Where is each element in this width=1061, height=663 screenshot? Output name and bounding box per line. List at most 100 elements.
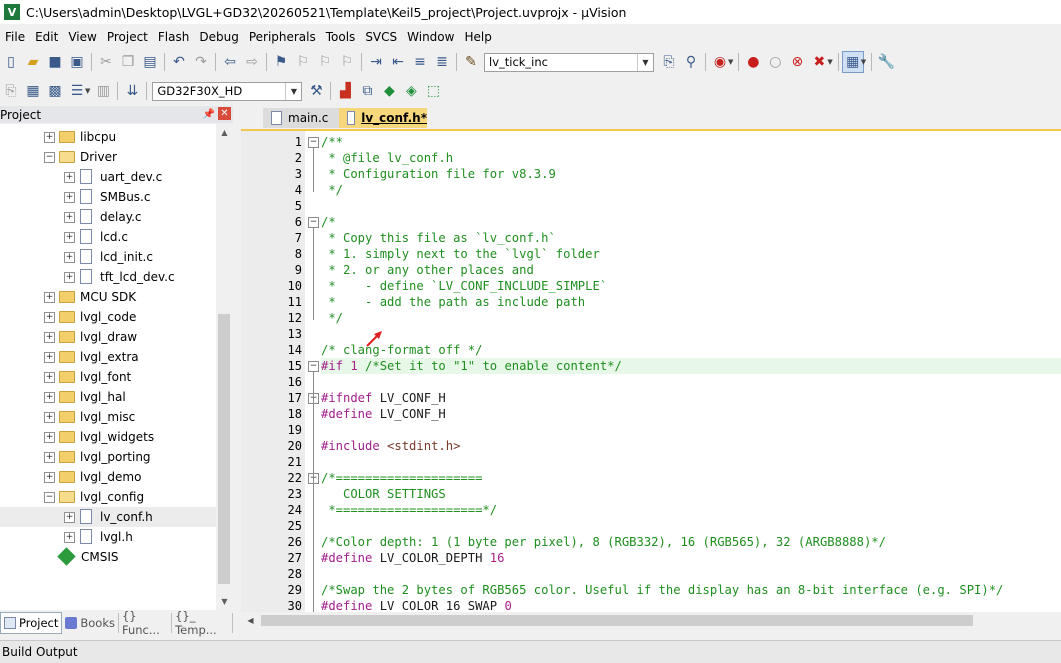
- enable-breakpoint-icon[interactable]: ○: [764, 51, 786, 73]
- chevron-down-icon[interactable]: ▼: [285, 82, 301, 100]
- select-software-packs-icon[interactable]: ⧉: [356, 80, 378, 102]
- scroll-left-icon[interactable]: ◀: [243, 612, 258, 629]
- pin-icon[interactable]: 📌: [203, 109, 215, 120]
- tree-item[interactable]: + lvgl_hal: [0, 387, 216, 407]
- pack-installer-icon[interactable]: ◈: [400, 80, 422, 102]
- manage-project-items-icon[interactable]: ▟: [334, 80, 356, 102]
- menu-help[interactable]: Help: [459, 30, 496, 44]
- code-line[interactable]: * 1. simply next to the `lvgl` folder: [321, 246, 1061, 262]
- tree-item[interactable]: CMSIS: [0, 547, 216, 567]
- tree-item[interactable]: + MCU SDK: [0, 287, 216, 307]
- insert-breakpoint-icon[interactable]: ●: [742, 51, 764, 73]
- scroll-up-icon[interactable]: ▲: [216, 124, 233, 141]
- tree-item[interactable]: + lvgl_misc: [0, 407, 216, 427]
- event-recorder-icon[interactable]: ⬚: [422, 80, 444, 102]
- navigate-forward-icon[interactable]: ⇨: [241, 51, 263, 73]
- menu-edit[interactable]: Edit: [30, 30, 63, 44]
- tab-templates[interactable]: {}_ Temp...: [172, 609, 233, 637]
- expand-toggle-icon[interactable]: +: [64, 172, 75, 183]
- close-icon[interactable]: ✕: [218, 107, 231, 120]
- tree-item[interactable]: + lvgl.h: [0, 527, 216, 547]
- expand-toggle-icon[interactable]: +: [64, 252, 75, 263]
- code-line[interactable]: /**: [321, 134, 1061, 150]
- tree-item[interactable]: + lvgl_demo: [0, 467, 216, 487]
- code-line[interactable]: #define LV_CONF_H: [321, 406, 1061, 422]
- code-line[interactable]: * Configuration file for v8.3.9: [321, 166, 1061, 182]
- cut-icon[interactable]: ✂: [95, 51, 117, 73]
- chevron-down-icon[interactable]: ▼: [827, 58, 832, 66]
- unindent-icon[interactable]: ⇤: [387, 51, 409, 73]
- expand-toggle-icon[interactable]: +: [64, 532, 75, 543]
- code-line[interactable]: /*====================: [321, 470, 1061, 486]
- tree-item[interactable]: + libcpu: [0, 127, 216, 147]
- target-combo[interactable]: GD32F30X_HD ▼: [152, 81, 303, 101]
- tab-lv-conf-h[interactable]: lv_conf.h*: [339, 108, 427, 128]
- paste-icon[interactable]: ▤: [139, 51, 161, 73]
- expand-toggle-icon[interactable]: +: [64, 232, 75, 243]
- code-line[interactable]: /* clang-format off */: [321, 342, 1061, 358]
- comment-icon[interactable]: ≡: [409, 51, 431, 73]
- incremental-find-icon[interactable]: ⚲: [680, 51, 702, 73]
- code-line[interactable]: COLOR SETTINGS: [321, 486, 1061, 502]
- tree-item[interactable]: + uart_dev.c: [0, 167, 216, 187]
- editor-horizontal-scrollbar[interactable]: ◀: [241, 612, 1061, 629]
- fold-toggle-icon[interactable]: −: [308, 137, 319, 148]
- stop-build-icon[interactable]: ▥: [92, 80, 114, 102]
- fold-toggle-icon[interactable]: −: [308, 217, 319, 228]
- tree-item[interactable]: − lvgl_config: [0, 487, 216, 507]
- expand-toggle-icon[interactable]: +: [64, 192, 75, 203]
- undo-icon[interactable]: ↶: [168, 51, 190, 73]
- code-line[interactable]: * Copy this file as `lv_conf.h`: [321, 230, 1061, 246]
- find-in-files-icon[interactable]: ✎: [460, 51, 482, 73]
- code-line[interactable]: #if 1 /*Set it to "1" to enable content*…: [321, 358, 1061, 374]
- build-icon[interactable]: ▦: [22, 80, 44, 102]
- tree-item[interactable]: + lvgl_draw: [0, 327, 216, 347]
- tree-item[interactable]: − Driver: [0, 147, 216, 167]
- tree-item[interactable]: + lvgl_font: [0, 367, 216, 387]
- find-icon[interactable]: ⎘: [658, 51, 680, 73]
- rebuild-icon[interactable]: ▩: [44, 80, 66, 102]
- code-line[interactable]: /*Swap the 2 bytes of RGB565 color. Usef…: [321, 582, 1061, 598]
- expand-toggle-icon[interactable]: +: [64, 212, 75, 223]
- open-file-icon[interactable]: ▰: [22, 51, 44, 73]
- manage-rte-icon[interactable]: ◆: [378, 80, 400, 102]
- code-line[interactable]: #define LV_COLOR_16_SWAP 0: [321, 598, 1061, 613]
- menu-peripherals[interactable]: Peripherals: [244, 30, 321, 44]
- tree-item[interactable]: + lcd.c: [0, 227, 216, 247]
- collapse-toggle-icon[interactable]: −: [44, 152, 55, 163]
- fold-toggle-icon[interactable]: −: [308, 361, 319, 372]
- tab-books[interactable]: Books: [62, 613, 119, 633]
- tree-item[interactable]: + tft_lcd_dev.c: [0, 267, 216, 287]
- expand-toggle-icon[interactable]: +: [44, 332, 55, 343]
- menu-view[interactable]: View: [63, 30, 101, 44]
- redo-icon[interactable]: ↷: [190, 51, 212, 73]
- tree-item[interactable]: + lv_conf.h: [0, 507, 216, 527]
- expand-toggle-icon[interactable]: +: [44, 472, 55, 483]
- code-line[interactable]: * - define `LV_CONF_INCLUDE_SIMPLE`: [321, 278, 1061, 294]
- code-line[interactable]: #define LV_COLOR_DEPTH 16: [321, 550, 1061, 566]
- menu-flash[interactable]: Flash: [153, 30, 194, 44]
- code-line[interactable]: /*Color depth: 1 (1 byte per pixel), 8 (…: [321, 534, 1061, 550]
- clear-bookmarks-icon[interactable]: ⚐: [336, 51, 358, 73]
- tree-item[interactable]: + lvgl_extra: [0, 347, 216, 367]
- expand-toggle-icon[interactable]: +: [44, 392, 55, 403]
- code-line[interactable]: [321, 198, 1061, 214]
- next-bookmark-icon[interactable]: ⚐: [314, 51, 336, 73]
- expand-toggle-icon[interactable]: +: [44, 352, 55, 363]
- expand-toggle-icon[interactable]: +: [44, 372, 55, 383]
- scroll-down-icon[interactable]: ▼: [216, 593, 233, 610]
- code-line[interactable]: */: [321, 310, 1061, 326]
- code-line[interactable]: [321, 422, 1061, 438]
- find-combo[interactable]: lv_tick_inc ▼: [484, 52, 654, 72]
- chevron-down-icon[interactable]: ▼: [728, 58, 733, 66]
- disable-breakpoints-icon[interactable]: ⊗: [786, 51, 808, 73]
- tree-item[interactable]: + lcd_init.c: [0, 247, 216, 267]
- code-line[interactable]: * @file lv_conf.h: [321, 150, 1061, 166]
- scrollbar-thumb[interactable]: [261, 615, 973, 626]
- menu-tools[interactable]: Tools: [321, 30, 361, 44]
- expand-toggle-icon[interactable]: +: [44, 452, 55, 463]
- configure-wrench-icon[interactable]: 🔧: [875, 51, 897, 73]
- code-line[interactable]: */: [321, 182, 1061, 198]
- code-line[interactable]: [321, 566, 1061, 582]
- menu-debug[interactable]: Debug: [194, 30, 243, 44]
